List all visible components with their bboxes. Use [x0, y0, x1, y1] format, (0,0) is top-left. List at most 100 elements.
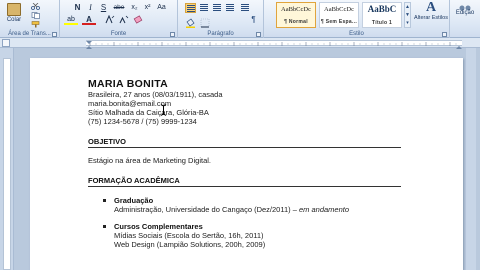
paragraph-group: ¶ Parágrafo	[178, 0, 264, 38]
align-center-icon	[199, 4, 208, 11]
styles-group-label: Estilo	[349, 31, 364, 37]
education-item-line: Mídias Sociais (Escola do Sertão, 16h, 2…	[114, 231, 264, 240]
education-list: Graduação Administração, Universidade do…	[88, 196, 401, 249]
resume-content: MARIA BONITA Brasileira, 27 anos (08/03/…	[88, 78, 401, 257]
editing-label: Edição	[455, 10, 475, 16]
clipboard-dialog-launcher[interactable]	[52, 32, 57, 37]
align-center-button[interactable]	[198, 3, 209, 13]
left-gutter	[0, 48, 14, 270]
clipboard-group: Colar Área de Trans...	[0, 0, 60, 38]
ruler-ticks	[89, 42, 457, 46]
education-item-status: em andamento	[298, 205, 350, 214]
tab-selector[interactable]	[2, 39, 10, 47]
bullet-icon	[103, 225, 106, 228]
style-normal[interactable]: AaBbCcDc ¶ Normal	[276, 2, 316, 28]
clipboard-group-label: Área de Trans...	[8, 31, 51, 37]
resume-name: MARIA BONITA	[88, 78, 169, 90]
styles-gallery-scroll[interactable]: ▲ ▼ ▾	[404, 2, 411, 28]
scissors-icon	[31, 3, 40, 10]
paragraph-group-label: Parágrafo	[207, 31, 234, 37]
shrink-font-icon	[119, 15, 128, 24]
styles-dialog-launcher[interactable]	[442, 32, 447, 37]
text-cursor-icon	[160, 104, 167, 116]
change-styles-label: Alterar Estilos	[414, 15, 448, 21]
education-item-line: Web Design (Lampião Solutions, 200h, 200…	[114, 240, 266, 249]
style-heading-1-sample: AaBbC	[367, 4, 397, 14]
education-item-title: Graduação	[114, 196, 154, 205]
align-left-icon	[186, 5, 195, 12]
borders-icon	[200, 18, 210, 28]
bold-button[interactable]: N	[72, 3, 83, 13]
style-heading-1[interactable]: AaBbC Título 1	[362, 2, 402, 28]
eraser-icon	[133, 15, 142, 24]
strikethrough-button[interactable]: abe	[112, 3, 126, 13]
objective-text: Estágio na área de Marketing Digital.	[88, 156, 211, 165]
justify-button[interactable]	[224, 3, 235, 13]
paragraph-dialog-launcher[interactable]	[256, 32, 261, 37]
highlight-button[interactable]: ab	[64, 15, 78, 25]
align-right-button[interactable]	[211, 3, 222, 13]
info-email: maria.bonita@email.com	[88, 99, 172, 108]
paint-bucket-icon	[186, 18, 195, 28]
vertical-scrollbar[interactable]	[466, 48, 476, 270]
copy-icon	[31, 12, 40, 19]
line-spacing-icon	[240, 4, 249, 11]
borders-button[interactable]	[200, 15, 211, 28]
paste-label: Colar	[6, 17, 22, 23]
underline-button[interactable]: S	[98, 3, 109, 13]
style-normal-sample: AaBbCcDc	[281, 6, 311, 13]
italic-button[interactable]: I	[85, 3, 96, 13]
justify-icon	[225, 4, 234, 11]
superscript-button[interactable]: x²	[142, 3, 153, 13]
education-item-line: Administração, Universidade do Cangaço (…	[114, 205, 401, 214]
first-line-indent-marker[interactable]	[86, 41, 92, 44]
style-normal-name: ¶ Normal	[284, 19, 308, 25]
subscript-button[interactable]: x₂	[129, 3, 140, 13]
style-heading-1-name: Título 1	[371, 20, 393, 26]
ruler-bar	[86, 40, 462, 49]
paste-button[interactable]: Colar	[2, 2, 26, 26]
hanging-indent-marker[interactable]	[86, 46, 92, 49]
education-item-title: Cursos Complementares	[114, 222, 203, 231]
ribbon: Colar Área de Trans... N I S abe x₂ x² A…	[0, 0, 480, 38]
cut-button[interactable]	[31, 3, 41, 10]
line-spacing-button[interactable]	[239, 3, 250, 13]
copy-button[interactable]	[31, 12, 41, 19]
style-no-spacing[interactable]: AaBbCcDc ¶ Sem Espa...	[319, 2, 359, 28]
horizontal-ruler[interactable]	[0, 38, 480, 49]
font-color-button[interactable]: A	[82, 15, 96, 25]
font-group-label: Fonte	[110, 31, 127, 37]
style-no-spacing-sample: AaBbCcDc	[324, 6, 354, 13]
education-item-text: Administração, Universidade do Cangaço (…	[114, 205, 299, 214]
clear-formatting-button[interactable]	[132, 15, 143, 25]
font-dialog-launcher[interactable]	[170, 32, 175, 37]
grow-font-button[interactable]	[104, 14, 115, 25]
align-right-icon	[212, 4, 221, 11]
change-styles-icon: A	[425, 0, 437, 15]
style-no-spacing-name: ¶ Sem Espa...	[320, 19, 358, 25]
vertical-ruler[interactable]	[3, 58, 11, 270]
info-nationality: Brasileira, 27 anos (08/03/1911), casada	[88, 90, 223, 99]
grow-font-icon	[105, 14, 114, 24]
education-heading: FORMAÇÃO ACADÊMICA	[88, 176, 401, 187]
change-styles-button[interactable]: A Alterar Estilos	[414, 0, 448, 22]
document-page[interactable]: MARIA BONITA Brasileira, 27 anos (08/03/…	[30, 58, 463, 270]
shading-button[interactable]	[185, 15, 196, 28]
editing-group[interactable]: Edição	[450, 0, 480, 38]
info-address: Sítio Malhada da Caiçara, Glória-BA	[88, 108, 209, 117]
objective-heading: OBJETIVO	[88, 137, 401, 148]
show-formatting-button[interactable]: ¶	[248, 15, 259, 25]
bullet-icon	[103, 199, 106, 202]
change-case-button[interactable]: Aa	[156, 3, 167, 13]
styles-group: AaBbCcDc ¶ Normal AaBbCcDc ¶ Sem Espa...…	[264, 0, 450, 38]
font-group: N I S abe x₂ x² Aa ab A Fonte	[60, 0, 178, 38]
list-item: Graduação Administração, Universidade do…	[88, 196, 401, 214]
format-painter-button[interactable]	[31, 21, 41, 28]
align-left-button[interactable]	[185, 3, 196, 13]
format-painter-icon	[31, 21, 40, 28]
right-indent-marker[interactable]	[456, 46, 462, 49]
paste-icon	[7, 3, 21, 16]
shrink-font-button[interactable]	[118, 15, 129, 25]
info-phones: (75) 1234-5678 / (75) 9999-1234	[88, 117, 197, 126]
list-item: Cursos Complementares Mídias Sociais (Es…	[88, 222, 401, 249]
